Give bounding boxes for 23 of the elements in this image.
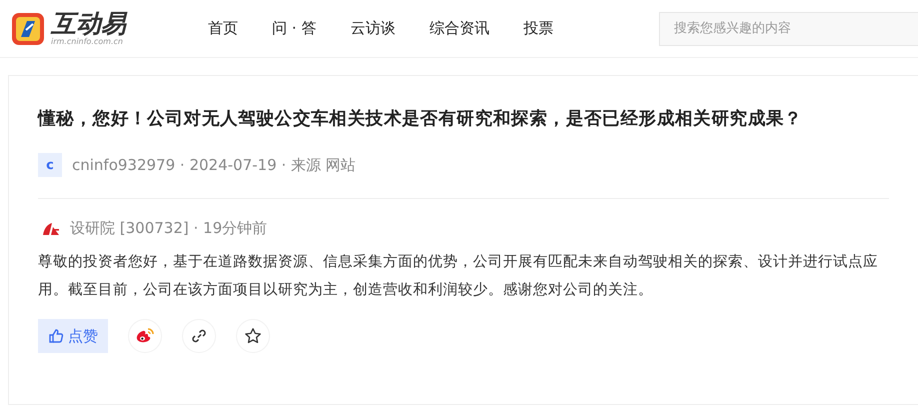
logo-icon xyxy=(11,12,45,46)
weibo-share-button[interactable] xyxy=(128,319,162,353)
favorite-button[interactable] xyxy=(236,319,270,353)
star-icon xyxy=(244,327,262,345)
nav-link[interactable]: 问 · 答 xyxy=(272,19,316,38)
answer-text: 尊敬的投资者您好，基于在道路数据资源、信息采集方面的优势，公司开展有匹配未来自动驾驶相关的探索、设计并进行试点应用。截至目前，公司在该方面项目以研究为主，创造营收和利润较少。感谢您对公司的关注。 xyxy=(38,252,879,300)
like-button[interactable]: 点赞 xyxy=(38,319,108,353)
nav-link[interactable]: 综合资讯 xyxy=(429,19,490,38)
answer-meta: 设研院 [300732] · 19分钟前 xyxy=(70,219,268,238)
question-meta: cninfo932979 · 2024-07-19 · 来源 网站 xyxy=(72,156,356,174)
logo-title: 互动易 xyxy=(51,10,126,36)
weibo-icon xyxy=(135,327,155,345)
logo-subtitle: irm.cninfo.com.cn xyxy=(51,36,124,46)
user-avatar: c xyxy=(38,153,62,177)
company-logo-icon xyxy=(42,222,60,236)
thumbs-up-icon xyxy=(48,328,64,344)
question-title: 懂秘，您好！公司对无人驾驶公交车相关技术是否有研究和探索，是否已经形成相关研究成果？ xyxy=(38,108,804,130)
nav-link[interactable]: 云访谈 xyxy=(350,19,396,38)
link-icon xyxy=(191,328,207,344)
nav-link[interactable]: 首页 xyxy=(208,19,238,38)
nav-link[interactable]: 投票 xyxy=(523,19,554,38)
copy-link-button[interactable] xyxy=(182,319,216,353)
search-field[interactable]: 搜索您感兴趣的内容 xyxy=(659,12,918,46)
